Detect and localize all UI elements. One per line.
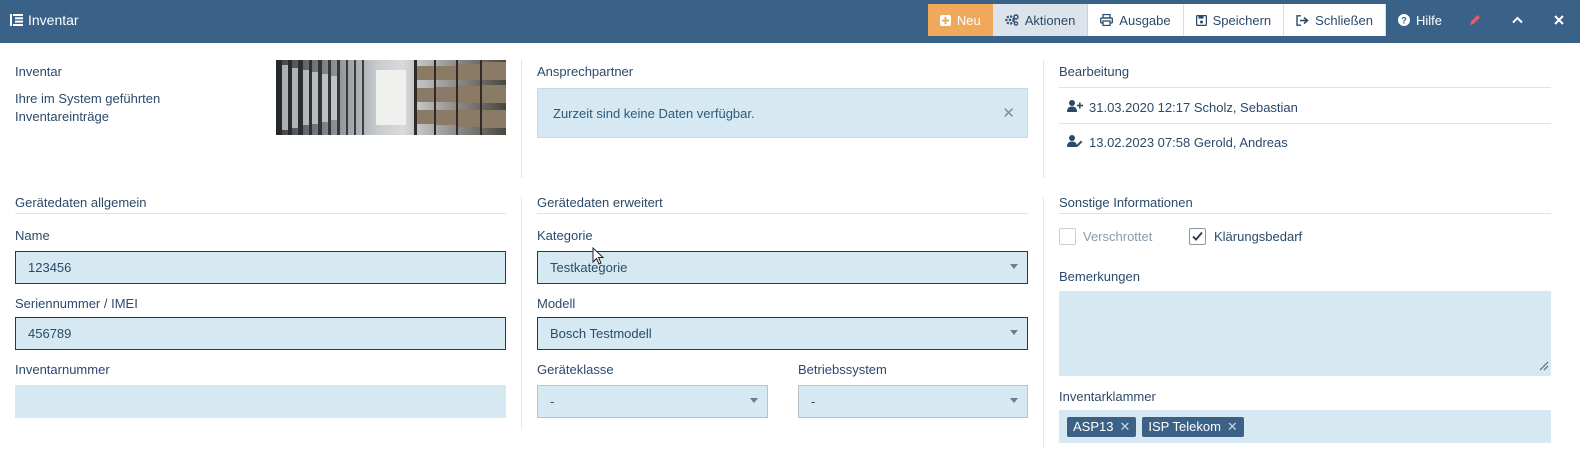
serial-label: Seriennummer / IMEI xyxy=(15,296,138,311)
clarification-checkbox[interactable] xyxy=(1189,228,1206,245)
window-title: Inventar xyxy=(28,12,79,28)
serial-input[interactable]: 456789 xyxy=(15,317,506,350)
collapse-button[interactable] xyxy=(1496,4,1538,36)
caret-down-icon xyxy=(1010,398,1018,403)
toolbar: Neu Aktionen Ausgabe Speichern Schließen… xyxy=(927,4,1580,36)
actions-button[interactable]: Aktionen xyxy=(992,4,1089,36)
category-label: Kategorie xyxy=(537,228,593,243)
tag-remove-icon[interactable]: ✕ xyxy=(1119,419,1130,435)
contact-title: Ansprechpartner xyxy=(537,64,634,79)
general-section-title: Gerätedaten allgemein xyxy=(15,195,506,214)
divider xyxy=(521,60,522,178)
save-button[interactable]: Speichern xyxy=(1183,4,1285,36)
check-icon xyxy=(1192,231,1203,241)
save-button-label: Speichern xyxy=(1212,12,1272,28)
inventory-number-input[interactable] xyxy=(15,385,506,418)
modified-row: 13.02.2023 07:58 Gerold, Andreas xyxy=(1059,132,1551,152)
edit-button[interactable] xyxy=(1454,4,1496,36)
scrapped-checkbox[interactable] xyxy=(1059,228,1076,245)
tags-label: Inventarklammer xyxy=(1059,389,1156,404)
tag-chip: ASP13 ✕ xyxy=(1067,416,1137,437)
device-class-value: - xyxy=(550,394,555,409)
svg-text:?: ? xyxy=(1401,15,1407,25)
category-value: Testkategorie xyxy=(550,260,628,275)
new-button-label: Neu xyxy=(956,12,981,28)
device-class-label: Geräteklasse xyxy=(537,362,614,377)
caret-down-icon xyxy=(750,398,758,403)
question-circle-icon: ? xyxy=(1397,14,1410,26)
pencil-icon xyxy=(1469,14,1481,26)
category-select[interactable]: Testkategorie xyxy=(537,251,1028,284)
os-label: Betriebssystem xyxy=(798,362,887,377)
extended-section-title: Gerätedaten erweitert xyxy=(537,195,1028,214)
edit-info-title: Bearbeitung xyxy=(1059,64,1130,79)
floppy-disk-icon xyxy=(1195,14,1207,26)
app-title: Inventar xyxy=(10,12,79,28)
remarks-label: Bemerkungen xyxy=(1059,269,1140,284)
gears-icon xyxy=(1005,14,1019,26)
tag-chip: ISP Telekom ✕ xyxy=(1142,416,1244,437)
empty-data-alert: Zurzeit sind keine Daten verfügbar. ✕ xyxy=(537,88,1028,138)
close-icon xyxy=(1554,15,1564,25)
user-plus-icon xyxy=(1067,99,1083,115)
tag-label: ISP Telekom xyxy=(1148,419,1221,434)
chevron-up-icon xyxy=(1511,16,1523,24)
help-button[interactable]: ? Hilfe xyxy=(1386,4,1454,36)
name-label: Name xyxy=(15,228,50,243)
caret-down-icon xyxy=(1010,264,1018,269)
menu-list-icon[interactable] xyxy=(10,14,23,26)
header-bar: Inventar Neu Aktionen Ausgabe Speichern … xyxy=(0,0,1580,43)
model-select[interactable]: Bosch Testmodell xyxy=(537,317,1028,350)
output-button[interactable]: Ausgabe xyxy=(1088,4,1184,36)
help-button-label: Hilfe xyxy=(1415,12,1442,28)
user-edit-icon xyxy=(1067,134,1083,150)
close-button[interactable] xyxy=(1538,4,1580,36)
print-icon xyxy=(1100,14,1114,26)
resize-handle-icon[interactable] xyxy=(1537,359,1549,374)
name-input[interactable]: 123456 xyxy=(15,251,506,284)
created-row: 31.03.2020 12:17 Scholz, Sebastian xyxy=(1059,97,1551,117)
scrapped-label: Verschrottet xyxy=(1083,229,1153,244)
inventory-number-label: Inventarnummer xyxy=(15,362,110,377)
model-value: Bosch Testmodell xyxy=(550,326,652,341)
model-label: Modell xyxy=(537,296,576,311)
other-section-title: Sonstige Informationen xyxy=(1059,195,1551,214)
modified-info: 13.02.2023 07:58 Gerold, Andreas xyxy=(1089,134,1288,150)
mouse-cursor-icon xyxy=(592,246,605,268)
new-button[interactable]: Neu xyxy=(927,4,993,36)
remarks-textarea[interactable] xyxy=(1059,291,1551,376)
close-window-button[interactable]: Schließen xyxy=(1284,4,1386,36)
sign-out-icon xyxy=(1296,14,1309,26)
intro-title: Inventar xyxy=(15,64,62,79)
tag-label: ASP13 xyxy=(1073,419,1114,434)
divider xyxy=(1059,87,1551,88)
plus-square-icon xyxy=(939,14,951,26)
divider xyxy=(1043,60,1044,178)
actions-button-label: Aktionen xyxy=(1024,12,1076,28)
output-button-label: Ausgabe xyxy=(1119,12,1171,28)
clarification-label: Klärungsbedarf xyxy=(1214,229,1303,244)
alert-message: Zurzeit sind keine Daten verfügbar. xyxy=(553,105,755,121)
alert-close-icon[interactable]: ✕ xyxy=(1002,104,1015,122)
caret-down-icon xyxy=(1010,330,1018,335)
close-window-button-label: Schließen xyxy=(1315,12,1373,28)
intro-description: Ihre im System geführten Inventareinträg… xyxy=(15,91,161,124)
tags-input[interactable]: ASP13 ✕ ISP Telekom ✕ xyxy=(1059,410,1551,443)
divider xyxy=(521,197,522,429)
os-select[interactable]: - xyxy=(798,385,1028,418)
tag-remove-icon[interactable]: ✕ xyxy=(1227,419,1238,435)
divider xyxy=(1059,123,1551,124)
archive-shelves-image xyxy=(276,60,506,135)
device-class-select[interactable]: - xyxy=(537,385,768,418)
divider xyxy=(1043,197,1044,447)
created-info: 31.03.2020 12:17 Scholz, Sebastian xyxy=(1089,99,1298,115)
os-value: - xyxy=(811,394,816,409)
